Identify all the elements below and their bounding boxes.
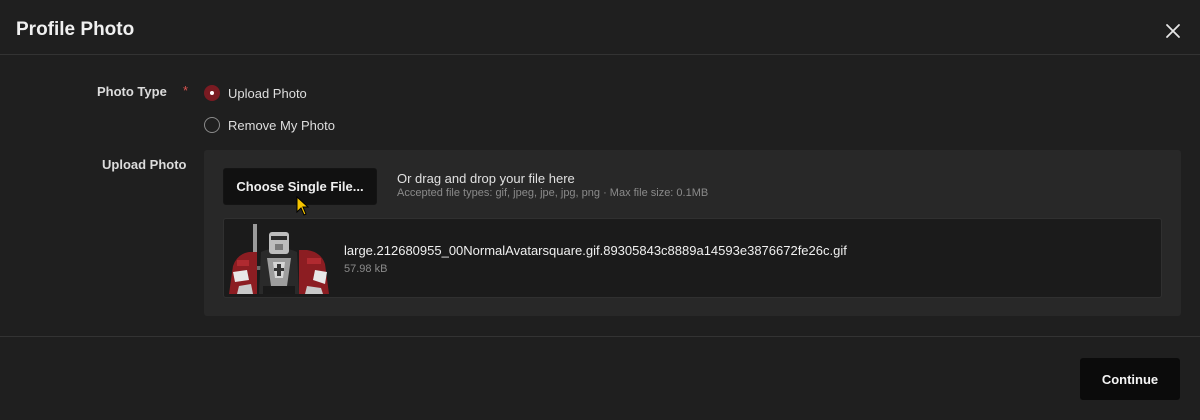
photo-type-label: Photo Type — [97, 84, 167, 99]
radio-label-remove-photo: Remove My Photo — [228, 117, 335, 133]
file-drop-zone[interactable]: Choose Single File... Or drag and drop y… — [204, 150, 1181, 316]
radio-remove-photo[interactable]: Remove My Photo — [204, 116, 335, 134]
file-thumbnail — [227, 222, 331, 294]
mouse-pointer-icon — [296, 196, 310, 216]
armored-knight-avatar-icon — [227, 222, 331, 294]
file-name: large.212680955_00NormalAvatarsquare.gif… — [344, 243, 847, 258]
dialog-header: Profile Photo — [0, 0, 1200, 55]
radio-label-upload-photo: Upload Photo — [228, 85, 307, 101]
upload-photo-label: Upload Photo — [102, 157, 187, 172]
required-marker: * — [183, 83, 189, 98]
close-icon — [1166, 24, 1180, 38]
radio-upload-photo[interactable]: Upload Photo — [204, 84, 307, 102]
continue-button[interactable]: Continue — [1080, 358, 1180, 400]
uploaded-file-card: large.212680955_00NormalAvatarsquare.gif… — [223, 218, 1162, 298]
drag-drop-hint: Or drag and drop your file here — [397, 171, 575, 186]
dialog-title: Profile Photo — [16, 19, 135, 40]
profile-photo-dialog: Profile Photo Photo Type * Upload Photo … — [0, 0, 1200, 420]
file-size: 57.98 kB — [344, 263, 388, 275]
radio-button-unchecked[interactable] — [204, 117, 220, 133]
radio-button-checked[interactable] — [204, 85, 220, 101]
accepted-file-types: Accepted file types: gif, jpeg, jpe, jpg… — [397, 187, 709, 199]
footer-divider — [0, 336, 1200, 337]
close-button[interactable] — [1163, 21, 1183, 41]
